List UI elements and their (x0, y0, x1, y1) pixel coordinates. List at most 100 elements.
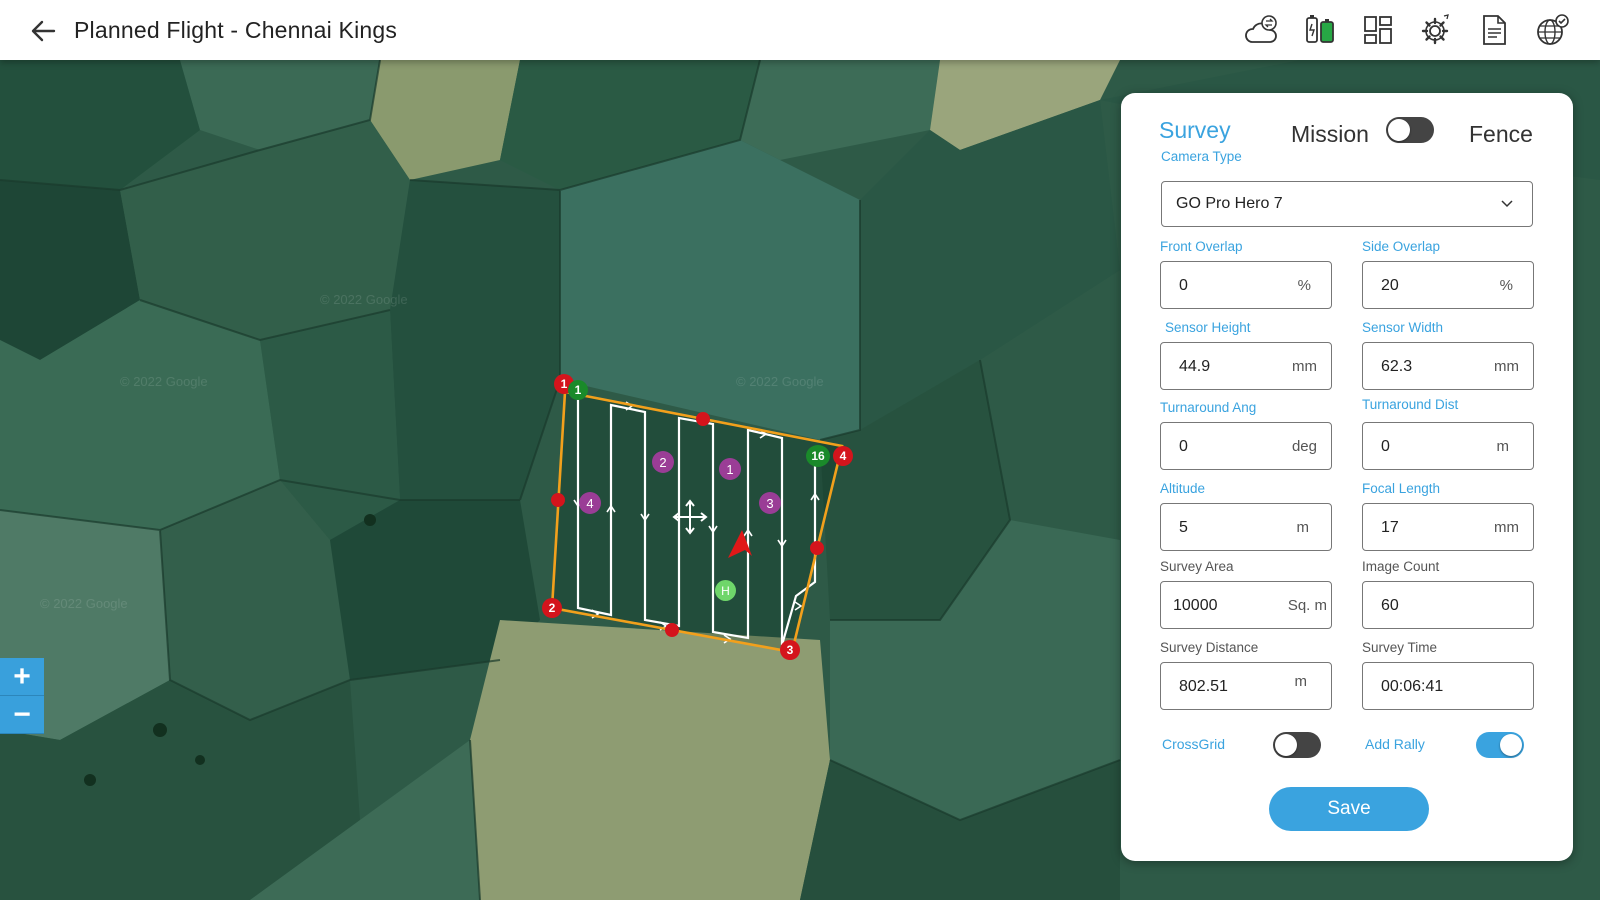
turnaround-ang-unit: deg (1291, 438, 1317, 455)
camera-type-label: Camera Type (1161, 149, 1242, 164)
vertex-marker-4[interactable]: 4 (833, 446, 853, 466)
camera-type-value: GO Pro Hero 7 (1176, 195, 1283, 212)
toggle-knob (1388, 119, 1410, 141)
front-overlap-value: 0 (1179, 277, 1188, 294)
rally-point-3[interactable]: 3 (759, 492, 781, 514)
crossgrid-label: CrossGrid (1162, 736, 1226, 752)
survey-area-unit: Sq. m (1287, 597, 1327, 614)
vertex-marker-2[interactable]: 2 (542, 598, 562, 618)
vertex-label: 1 (560, 377, 568, 391)
focal-length-field[interactable]: 17 mm (1362, 503, 1534, 551)
turnaround-ang-field[interactable]: 0 deg (1160, 422, 1332, 470)
document-button[interactable] (1476, 12, 1512, 48)
start-waypoint-marker[interactable]: 1 (568, 380, 588, 400)
rally-point-2[interactable]: 2 (652, 451, 674, 473)
survey-distance-unit: m (1294, 673, 1308, 690)
focal-length-unit: mm (1494, 519, 1519, 536)
end-waypoint-marker[interactable]: 16 (806, 445, 830, 467)
image-count-field: 60 (1362, 581, 1534, 629)
camera-type-select[interactable]: GO Pro Hero 7 (1161, 181, 1533, 227)
survey-area-field: 10000 Sq. m (1160, 581, 1332, 629)
survey-time-field: 00:06:41 (1362, 662, 1534, 710)
mission-fence-toggle[interactable] (1386, 117, 1434, 143)
side-overlap-field[interactable]: 20 % (1362, 261, 1534, 309)
turnaround-dist-field[interactable]: 0 m (1362, 422, 1534, 470)
crossgrid-toggle[interactable] (1273, 732, 1321, 758)
sensor-width-field[interactable]: 62.3 mm (1362, 342, 1534, 390)
waypoint-label: 16 (811, 449, 825, 463)
back-button[interactable] (26, 14, 60, 48)
battery-button[interactable] (1302, 12, 1338, 48)
rally-label: 2 (659, 454, 667, 470)
arrow-left-icon (31, 20, 56, 42)
survey-distance-field: 802.51 m (1160, 662, 1332, 710)
add-rally-label: Add Rally (1365, 736, 1425, 752)
survey-area-label: Survey Area (1160, 559, 1234, 574)
zoom-controls: + − (0, 658, 44, 734)
sensor-width-unit: mm (1494, 358, 1519, 375)
altitude-value: 5 (1179, 519, 1188, 536)
vertex-label: 4 (839, 449, 847, 463)
save-button[interactable]: Save (1269, 787, 1429, 831)
vertex-label: 2 (548, 601, 556, 615)
settings-icon (1421, 14, 1449, 45)
rally-label: 4 (586, 495, 594, 511)
survey-area-value: 10000 (1173, 597, 1218, 614)
sensor-height-label: Sensor Height (1165, 320, 1251, 335)
side-overlap-label: Side Overlap (1362, 239, 1441, 254)
turnaround-dist-unit: m (1496, 438, 1510, 455)
sensor-height-unit: mm (1292, 358, 1317, 375)
app-header: Planned Flight - Chennai Kings (0, 0, 1600, 60)
globe-check-icon (1537, 14, 1569, 45)
mode-survey-tab[interactable]: Survey (1159, 117, 1231, 144)
side-overlap-value: 20 (1381, 277, 1399, 294)
vertex-marker-3[interactable]: 3 (780, 640, 800, 660)
toggle-knob (1275, 734, 1297, 756)
zoom-out-button[interactable]: − (0, 696, 44, 734)
add-rally-toggle[interactable] (1476, 732, 1524, 758)
toggle-knob (1500, 734, 1522, 756)
survey-distance-label: Survey Distance (1160, 640, 1259, 655)
rally-label: 1 (726, 461, 734, 477)
survey-panel: Survey Camera Type Mission Fence GO Pro … (1121, 93, 1573, 861)
focal-length-value: 17 (1381, 519, 1399, 536)
layout-button[interactable] (1360, 12, 1396, 48)
battery-icon (1306, 15, 1334, 43)
zoom-in-button[interactable]: + (0, 658, 44, 696)
rally-point-4[interactable]: 4 (579, 492, 601, 514)
globe-button[interactable] (1534, 12, 1570, 48)
altitude-field[interactable]: 5 m (1160, 503, 1332, 551)
turnaround-dist-label: Turnaround Dist (1362, 397, 1459, 412)
rally-label: 3 (766, 495, 774, 511)
sensor-width-value: 62.3 (1381, 358, 1413, 375)
survey-time-label: Survey Time (1362, 640, 1438, 655)
vertex-label: 3 (786, 643, 794, 657)
map-watermark: © 2022 Google (320, 292, 408, 307)
sensor-width-label: Sensor Width (1362, 320, 1444, 335)
waypoint-label: 1 (574, 383, 582, 397)
altitude-unit: m (1296, 519, 1310, 536)
chevron-down-icon (1501, 200, 1513, 208)
layout-icon (1364, 16, 1392, 44)
mode-mission-tab[interactable]: Mission (1291, 121, 1369, 148)
map-watermark: © 2022 Google (120, 374, 208, 389)
front-overlap-label: Front Overlap (1160, 239, 1243, 254)
settings-button[interactable] (1418, 12, 1454, 48)
survey-distance-value: 802.51 (1179, 678, 1228, 695)
page-title: Planned Flight - Chennai Kings (74, 17, 398, 43)
front-overlap-unit: % (1297, 277, 1311, 294)
home-marker[interactable]: H (715, 580, 736, 601)
mode-fence-tab[interactable]: Fence (1469, 121, 1533, 148)
front-overlap-field[interactable]: 0 % (1160, 261, 1332, 309)
document-icon (1483, 15, 1506, 45)
toolbar (1244, 12, 1570, 48)
turnaround-ang-label: Turnaround Ang (1160, 400, 1257, 415)
altitude-label: Altitude (1160, 481, 1206, 496)
focal-length-label: Focal Length (1362, 481, 1441, 496)
rally-point-1[interactable]: 1 (719, 458, 741, 480)
weather-sync-icon (1245, 15, 1277, 43)
turnaround-ang-value: 0 (1179, 438, 1188, 455)
weather-sync-button[interactable] (1244, 12, 1280, 48)
sensor-height-field[interactable]: 44.9 mm (1160, 342, 1332, 390)
map-watermark: © 2022 Google (736, 374, 824, 389)
